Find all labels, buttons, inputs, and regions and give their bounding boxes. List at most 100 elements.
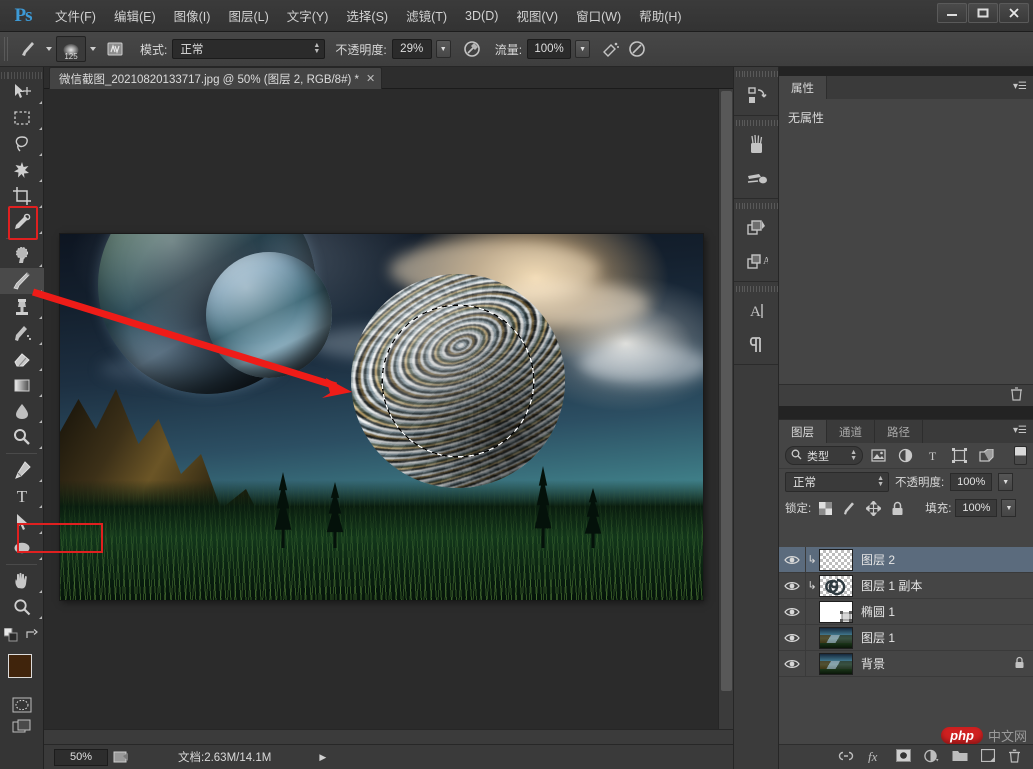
- brush-presets-panel-icon[interactable]: [734, 162, 780, 196]
- sidebar-item-quick-selection-tool[interactable]: [0, 157, 44, 183]
- sidebar-item-zoom-tool[interactable]: [0, 594, 44, 620]
- dock-group-grip-4[interactable]: [734, 282, 778, 292]
- table-row[interactable]: 图层 1: [779, 625, 1033, 651]
- toggle-brush-panel-icon[interactable]: [100, 37, 130, 61]
- layer-visibility-icon[interactable]: [779, 547, 805, 573]
- layer-comps-panel-icon[interactable]: [734, 211, 780, 245]
- layers-panel-menu-icon[interactable]: ▾☰: [1013, 425, 1027, 436]
- filter-pixel-icon[interactable]: [867, 446, 890, 466]
- sidebar-item-brush-tool[interactable]: [0, 268, 44, 294]
- table-row[interactable]: 背景: [779, 651, 1033, 677]
- menu-filter[interactable]: 滤镜(T): [397, 2, 456, 29]
- opacity-input[interactable]: 29%: [391, 39, 432, 59]
- new-layer-icon[interactable]: [980, 748, 996, 765]
- foreground-color-swatch[interactable]: [8, 654, 32, 678]
- tools-panel-grip[interactable]: [0, 67, 43, 79]
- layer-style-fx-icon[interactable]: fx: [867, 749, 883, 766]
- table-row[interactable]: 椭圆 1: [779, 599, 1033, 625]
- filter-type-icon[interactable]: T: [921, 446, 944, 466]
- delete-property-icon[interactable]: [1010, 387, 1023, 404]
- zoom-level-input[interactable]: 50%: [54, 748, 108, 766]
- flow-input[interactable]: 100%: [527, 39, 572, 59]
- menu-view[interactable]: 视图(V): [507, 2, 567, 29]
- menu-select[interactable]: 选择(S): [337, 2, 397, 29]
- layer-thumbnail[interactable]: [819, 626, 853, 649]
- filter-smartobject-icon[interactable]: [975, 446, 998, 466]
- sidebar-item-path-selection-tool[interactable]: [0, 509, 44, 535]
- screen-mode-icon[interactable]: [0, 716, 44, 738]
- sidebar-item-move-tool[interactable]: [0, 79, 44, 105]
- tab-channels[interactable]: 通道: [827, 420, 875, 443]
- filter-adjustment-icon[interactable]: [894, 446, 917, 466]
- layer-name-label[interactable]: 椭圆 1: [861, 603, 895, 620]
- lock-all-icon[interactable]: [887, 498, 907, 518]
- layer-visibility-icon[interactable]: [779, 651, 805, 677]
- sidebar-item-pen-tool[interactable]: [0, 457, 44, 483]
- sidebar-item-ellipse-tool[interactable]: [0, 535, 44, 561]
- filter-kind-select[interactable]: 类型 ▲ ▼: [785, 446, 863, 465]
- menu-edit[interactable]: 编辑(E): [105, 2, 165, 29]
- layer-thumbnail[interactable]: [819, 600, 853, 623]
- tab-paths[interactable]: 路径: [875, 420, 923, 443]
- tab-properties[interactable]: 属性: [779, 76, 827, 99]
- layer-thumbnail[interactable]: [819, 574, 853, 597]
- layer-name-label[interactable]: 背景: [861, 655, 885, 672]
- dock-group-grip-1[interactable]: [734, 67, 778, 77]
- brush-preset-dropdown[interactable]: [42, 37, 56, 61]
- layer-name-label[interactable]: 图层 2: [861, 551, 895, 568]
- document-tab-close-icon[interactable]: ✕: [366, 72, 375, 85]
- brush-tool-preset-icon[interactable]: [16, 37, 42, 61]
- layer-list[interactable]: ↳ 图层 2 ↳ 图层 1 副本 椭圆 1 图层 1 背景: [779, 547, 1033, 743]
- layer-blend-mode-select[interactable]: 正常 ▲ ▼: [785, 472, 889, 492]
- canvas-vertical-scroll-thumb[interactable]: [721, 91, 732, 691]
- filter-enable-toggle[interactable]: [1014, 446, 1027, 465]
- character-panel-icon[interactable]: A: [734, 294, 780, 328]
- delete-layer-icon[interactable]: [1008, 749, 1021, 766]
- brush-panel-icon[interactable]: [734, 128, 780, 162]
- sidebar-item-clone-stamp-tool[interactable]: [0, 294, 44, 320]
- lock-position-icon[interactable]: [863, 498, 883, 518]
- tab-layers[interactable]: 图层: [779, 420, 827, 443]
- quick-mask-icon[interactable]: [0, 694, 44, 716]
- table-row[interactable]: ↳ 图层 2: [779, 547, 1033, 573]
- dock-group-grip-2[interactable]: [734, 116, 778, 126]
- layer-fill-dropdown-arrow[interactable]: ▼: [1001, 499, 1017, 517]
- layer-thumbnail[interactable]: [819, 548, 853, 571]
- lock-transparent-icon[interactable]: [815, 498, 835, 518]
- document-tab[interactable]: 微信截图_20210820133717.jpg @ 50% (图层 2, RGB…: [49, 67, 383, 89]
- add-mask-icon[interactable]: [896, 749, 911, 765]
- layer-thumbnail[interactable]: [819, 652, 853, 675]
- menu-3d[interactable]: 3D(D): [456, 5, 507, 27]
- brush-picker-dropdown[interactable]: [86, 37, 100, 61]
- layer-opacity-input[interactable]: 100%: [950, 473, 993, 491]
- history-panel-icon[interactable]: [734, 79, 780, 113]
- blend-mode-select[interactable]: 正常 ▲ ▼: [172, 39, 326, 59]
- status-thumbnail-icon[interactable]: [108, 748, 134, 766]
- status-expand-arrow[interactable]: ▶: [319, 752, 326, 763]
- minimize-button[interactable]: [937, 3, 967, 23]
- airbrush-icon[interactable]: [598, 37, 624, 61]
- properties-panel-menu-icon[interactable]: ▾☰: [1013, 81, 1027, 92]
- adjustment-layer-icon[interactable]: [924, 749, 939, 766]
- canvas-area[interactable]: [44, 89, 733, 744]
- menu-layer[interactable]: 图层(L): [219, 2, 277, 29]
- brush-size-preview[interactable]: 125: [56, 36, 86, 62]
- new-group-icon[interactable]: [952, 749, 968, 765]
- sidebar-item-type-tool[interactable]: T: [0, 483, 44, 509]
- sidebar-item-lasso-tool[interactable]: [0, 131, 44, 157]
- canvas-horizontal-scrollbar[interactable]: [44, 729, 733, 744]
- layer-visibility-icon[interactable]: [779, 573, 805, 599]
- layer-name-label[interactable]: 图层 1: [861, 629, 895, 646]
- layer-fill-input[interactable]: 100%: [955, 499, 998, 517]
- sidebar-item-eraser-tool[interactable]: [0, 346, 44, 372]
- image-canvas[interactable]: [60, 234, 703, 600]
- sidebar-item-eyedropper-tool[interactable]: [0, 209, 44, 235]
- sidebar-item-dodge-tool[interactable]: [0, 424, 44, 450]
- menu-help[interactable]: 帮助(H): [630, 2, 690, 29]
- options-bar-grip[interactable]: [4, 37, 10, 61]
- maximize-button[interactable]: [968, 3, 998, 23]
- menu-type[interactable]: 文字(Y): [278, 2, 338, 29]
- layer-opacity-dropdown-arrow[interactable]: ▼: [998, 473, 1014, 491]
- layer-visibility-icon[interactable]: [779, 625, 805, 651]
- swap-colors-icon[interactable]: [25, 628, 39, 645]
